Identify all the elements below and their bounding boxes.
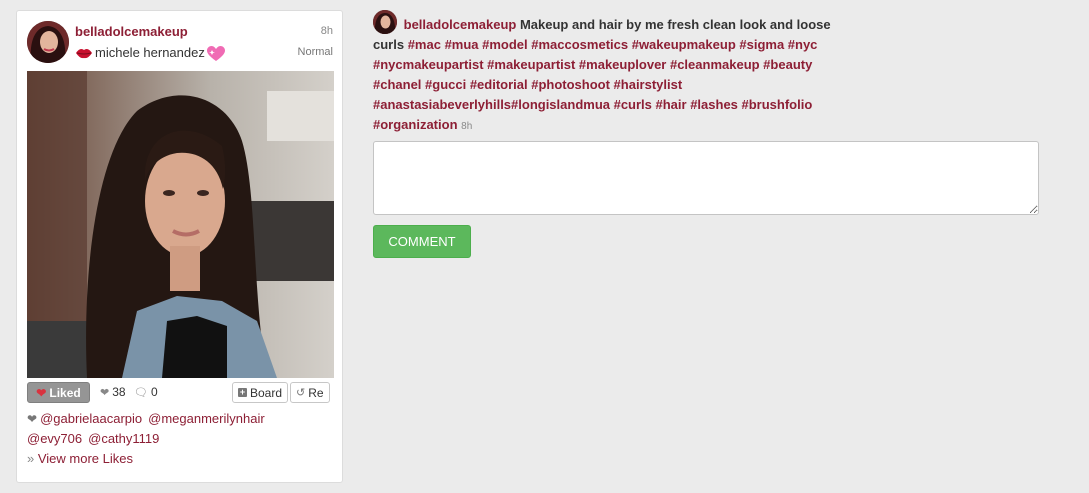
comments-stat: 🗨 0: [134, 385, 158, 399]
sparkling-heart-icon: [206, 45, 225, 61]
liker-link[interactable]: @gabrielaacarpio: [40, 411, 142, 426]
board-button[interactable]: + Board: [232, 382, 289, 403]
liker-link[interactable]: @evy706: [27, 431, 82, 446]
card-header: belladolcemakeup 8h michele hernandez No…: [27, 21, 333, 73]
liked-label: Liked: [49, 385, 81, 400]
caption: belladolcemakeup Makeup and hair by me f…: [373, 10, 843, 137]
repost-button[interactable]: ↺ Re: [290, 382, 330, 403]
liker-link[interactable]: @cathy1119: [88, 431, 159, 446]
owner-avatar[interactable]: [27, 21, 69, 63]
view-more-likes-link[interactable]: » View more Likes: [27, 451, 133, 466]
lips-icon: [75, 46, 93, 60]
poster-name[interactable]: michele hernandez: [95, 45, 205, 60]
likers-list: ❤ @gabrielaacarpio @meganmerilynhair @evy7…: [27, 409, 327, 469]
post-card: belladolcemakeup 8h michele hernandez No…: [16, 10, 343, 483]
caption-username[interactable]: belladolcemakeup: [404, 17, 517, 32]
board-label: Board: [250, 385, 283, 400]
heart-icon: ❤: [27, 412, 38, 426]
double-chevron-right-icon: »: [27, 451, 38, 466]
comment-bubble-icon: 🗨: [134, 386, 148, 399]
view-more-label: View more Likes: [37, 451, 133, 466]
comment-button[interactable]: COMMENT: [373, 225, 471, 258]
repost-icon: ↺: [296, 387, 306, 399]
comment-input[interactable]: [373, 141, 1039, 215]
caption-time: 8h: [461, 121, 473, 132]
liker-link[interactable]: @meganmerilynhair: [148, 411, 265, 426]
repost-label: Re: [308, 385, 324, 400]
caption-avatar[interactable]: [373, 10, 397, 34]
filter-label: Normal: [297, 46, 333, 58]
liked-button[interactable]: ❤ Liked: [27, 382, 90, 403]
poster-line: michele hernandez: [75, 45, 225, 61]
heart-outline-icon: ❤: [100, 386, 110, 399]
caption-hashtags[interactable]: #mac #mua #model #maccosmetics #wakeupma…: [373, 37, 817, 132]
post-time: 8h: [320, 25, 333, 37]
action-bar: ❤ Liked ❤ 38 🗨 0 + Board ↺ Re: [27, 382, 334, 404]
likes-count: 38: [112, 385, 126, 399]
comments-count: 0: [150, 385, 158, 399]
likes-stat: ❤ 38: [100, 385, 126, 399]
owner-username[interactable]: belladolcemakeup: [75, 24, 188, 39]
post-photo[interactable]: [27, 71, 334, 378]
plus-box-icon: +: [238, 387, 247, 397]
heart-icon: ❤: [36, 385, 47, 400]
